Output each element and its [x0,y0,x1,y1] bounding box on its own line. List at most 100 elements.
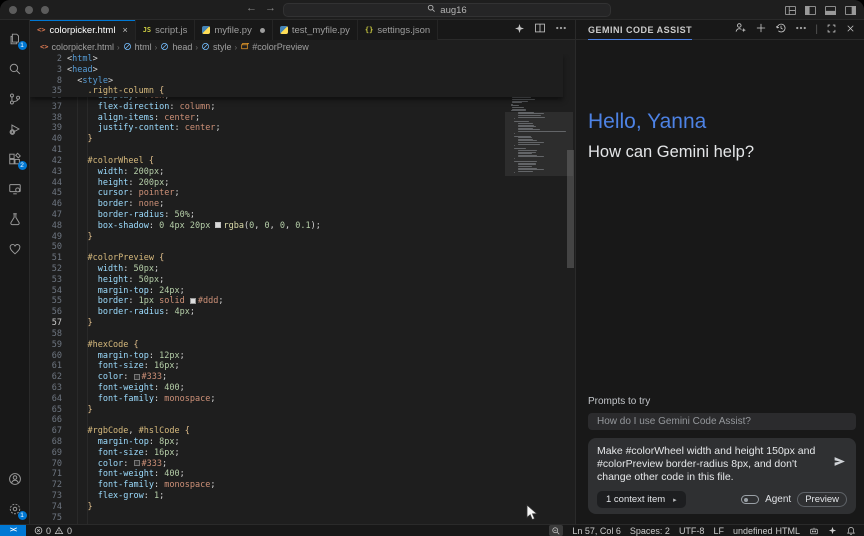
maximize-window-button[interactable] [41,6,49,14]
code-line-62[interactable]: 62 color: #333; [30,372,575,383]
code-line-55[interactable]: 55 border: 1px solid #ddd; [30,296,575,307]
activity-bar-item-search[interactable] [0,54,30,84]
breadcrumb-item-html[interactable]: html [123,42,152,53]
code-line-59[interactable]: 59 #hexCode { [30,340,575,351]
code-line-43[interactable]: 43 width: 200px; [30,167,575,178]
code-line-41[interactable]: 41 [30,145,575,156]
code-line-58[interactable]: 58 [30,329,575,340]
activity-bar-item-run-debug[interactable] [0,114,30,144]
status-gemini-status[interactable] [828,526,837,535]
code-line-3[interactable]: 3 <head> [30,65,563,76]
code-line-37[interactable]: 37 flex-direction: column; [30,102,575,113]
code-line-48[interactable]: 48 box-shadow: 0 4px 20px rgba(0, 0, 0, … [30,221,575,232]
code-line-44[interactable]: 44 height: 200px; [30,178,575,189]
status-zoom-indicator[interactable] [549,525,564,536]
code-line-51[interactable]: 51 #colorPreview { [30,253,575,264]
more-icon[interactable] [795,21,807,39]
gemini-prompt-input[interactable]: Make #colorWheel width and height 150px … [588,438,856,514]
gemini-sparkle-icon[interactable] [514,21,525,39]
code-line-57[interactable]: 57 } [30,318,575,329]
code-line-42[interactable]: 42 #colorWheel { [30,156,575,167]
status-copilot[interactable] [809,526,819,536]
forward-arrow-icon[interactable]: → [265,2,276,14]
code-line-74[interactable]: 74 } [30,502,575,513]
status-language-mode[interactable]: undefined HTML [733,526,800,536]
code-line-67[interactable]: 67 #rgbCode, #hslCode { [30,426,575,437]
code-line-40[interactable]: 40 } [30,134,575,145]
status-eol[interactable]: LF [713,526,724,536]
tab-myfile.py[interactable]: myfile.py [195,20,273,40]
close-tab-icon[interactable]: × [122,25,127,35]
prompt-input-text[interactable]: Make #colorWheel width and height 150px … [597,445,847,484]
code-line-50[interactable]: 50 [30,242,575,253]
editor-scrollbar[interactable] [567,150,574,268]
minimize-window-button[interactable] [25,6,33,14]
close-icon[interactable] [845,21,856,39]
breadcrumb-item-head[interactable]: head [160,42,192,53]
activity-bar-item-remote-explorer[interactable] [0,174,30,204]
context-items-button[interactable]: 1 context item ▸ [597,491,686,508]
code-line-69[interactable]: 69 font-size: 16px; [30,448,575,459]
status-encoding[interactable]: UTF-8 [679,526,705,536]
status-cursor-position[interactable]: Ln 57, Col 6 [572,526,621,536]
code-line-46[interactable]: 46 border: none; [30,199,575,210]
new-chat-icon[interactable] [755,21,767,39]
toggle-panel-left-icon[interactable] [804,4,817,17]
tab-settings.json[interactable]: {} settings.json [357,20,439,40]
activity-bar-item-heart[interactable] [0,234,30,264]
breadcrumb-item-colorPreview[interactable]: #colorPreview [240,42,309,53]
code-line-35[interactable]: 35 .right-column { [30,86,563,97]
prompt-suggestion-chip[interactable]: How do I use Gemini Code Assist? [588,413,856,430]
code-line-70[interactable]: 70 color: #333; [30,459,575,470]
activity-bar-item-settings[interactable]: 1 [0,494,30,524]
close-window-button[interactable] [9,6,17,14]
agent-toggle[interactable] [741,495,760,504]
customize-layout-icon[interactable] [784,4,797,17]
code-line-54[interactable]: 54 margin-top: 24px; [30,286,575,297]
breadcrumb-item-style[interactable]: style [201,42,232,53]
code-line-38[interactable]: 38 align-items: center; [30,113,575,124]
code-line-61[interactable]: 61 font-size: 16px; [30,361,575,372]
problems-status[interactable]: 0 0 [34,526,72,536]
code-line-52[interactable]: 52 width: 50px; [30,264,575,275]
code-line-71[interactable]: 71 font-weight: 400; [30,469,575,480]
code-line-65[interactable]: 65 } [30,405,575,416]
code-line-66[interactable]: 66 [30,415,575,426]
code-line-63[interactable]: 63 font-weight: 400; [30,383,575,394]
code-editor[interactable]: 2 <html> 3 <head> 8 <style> 35 .right-column … [30,54,575,524]
breadcrumb-item-colorpickerhtml[interactable]: <> colorpicker.html [40,42,114,52]
code-line-49[interactable]: 49 } [30,232,575,243]
code-line-39[interactable]: 39 justify-content: center; [30,123,575,134]
tab-script.js[interactable]: JS script.js [135,20,196,40]
code-line-45[interactable]: 45 cursor: pointer; [30,188,575,199]
activity-bar-item-explorer[interactable]: 1 [0,24,30,54]
code-line-56[interactable]: 56 border-radius: 4px; [30,307,575,318]
code-line-60[interactable]: 60 margin-top: 12px; [30,351,575,362]
code-line-72[interactable]: 72 font-family: monospace; [30,480,575,491]
code-line-8[interactable]: 8 <style> [30,76,563,87]
traffic-lights[interactable] [9,6,49,14]
agent-picker-icon[interactable] [734,21,747,39]
back-arrow-icon[interactable]: ← [246,2,257,14]
tab-gemini-code-assist[interactable]: GEMINI CODE ASSIST [588,20,693,40]
code-line-73[interactable]: 73 flex-grow: 1; [30,491,575,502]
code-line-68[interactable]: 68 margin-top: 8px; [30,437,575,448]
activity-bar-item-extensions[interactable]: 2 [0,144,30,174]
activity-bar-item-testing[interactable] [0,204,30,234]
activity-bar-item-account[interactable] [0,464,30,494]
remote-indicator[interactable]: >< [0,524,26,536]
status-notifications[interactable] [846,526,856,536]
code-line-53[interactable]: 53 height: 50px; [30,275,575,286]
more-actions-icon[interactable] [555,21,567,39]
tab-colorpicker.html[interactable]: <> colorpicker.html × [30,20,136,40]
code-line-75[interactable]: 75 [30,513,575,524]
send-icon[interactable] [833,455,846,473]
history-icon[interactable] [775,21,787,39]
code-line-2[interactable]: 2 <html> [30,54,563,65]
tab-test_myfile.py[interactable]: test_myfile.py [272,20,358,40]
toggle-panel-bottom-icon[interactable] [824,4,837,17]
expand-icon[interactable] [826,21,837,39]
toggle-panel-right-icon[interactable] [844,4,857,17]
code-line-64[interactable]: 64 font-family: monospace; [30,394,575,405]
command-center-search[interactable]: aug16 [283,3,611,17]
